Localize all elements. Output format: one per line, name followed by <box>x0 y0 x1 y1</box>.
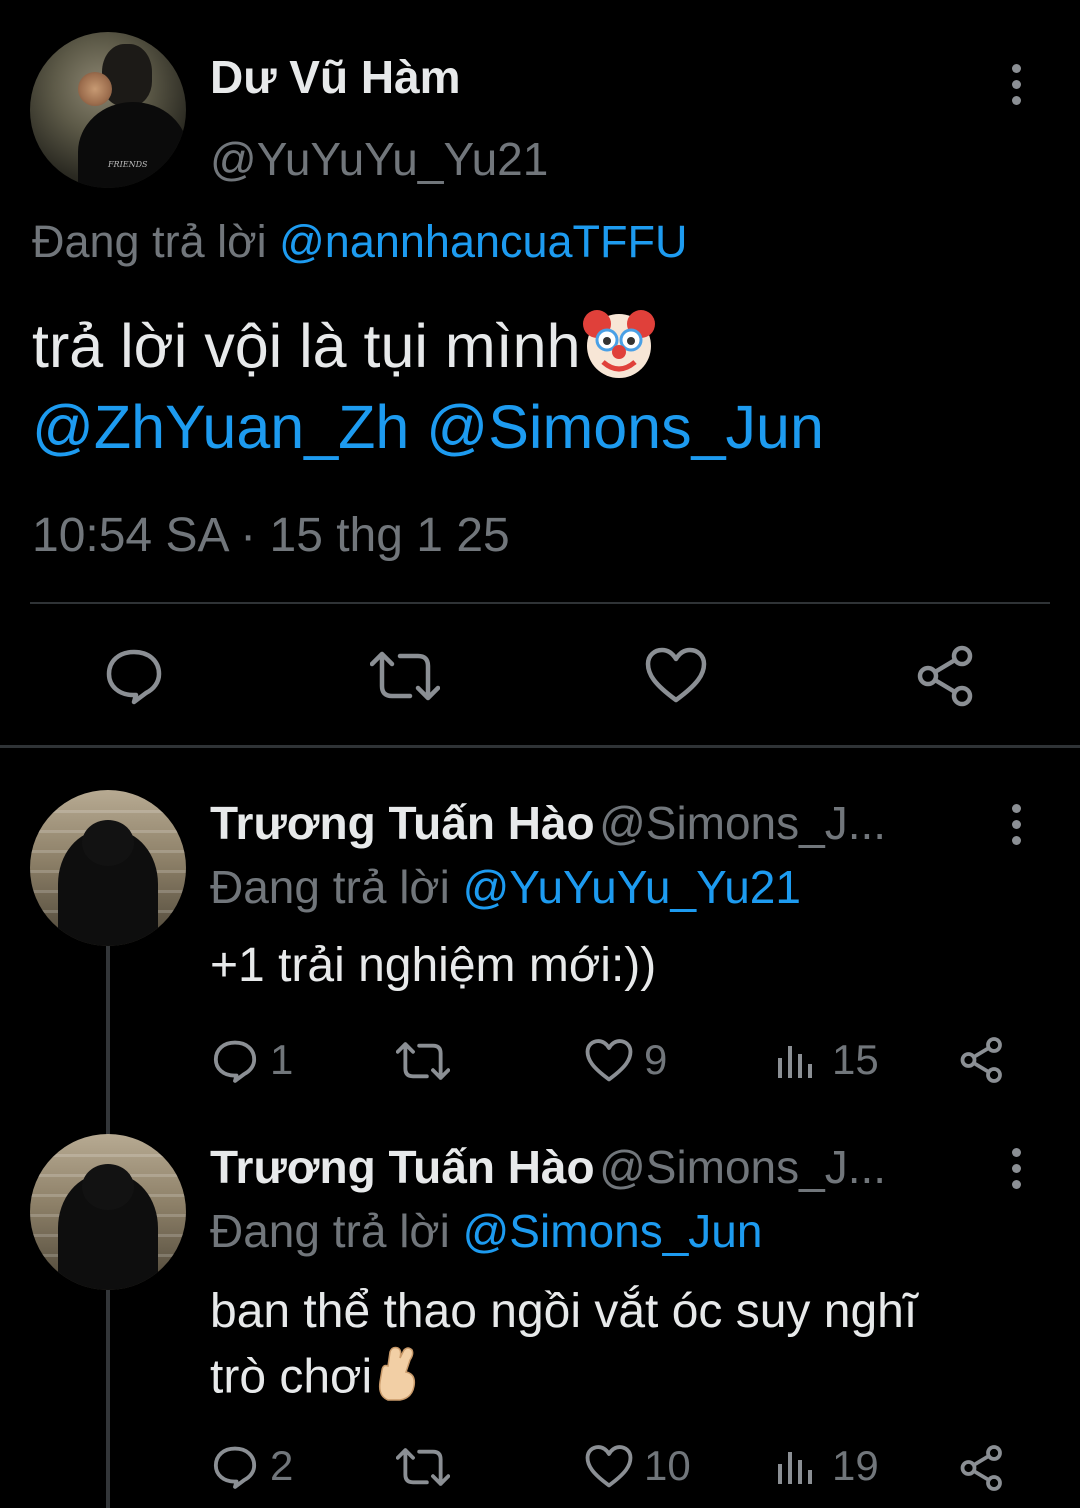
more-options-icon[interactable] <box>1004 802 1030 852</box>
reply-text-line-1: ban thể thao ngồi vắt óc suy nghĩ <box>210 1285 918 1338</box>
tweet-timestamp[interactable]: 10:54 SA · 15 thg 1 25 <box>32 508 510 563</box>
author-avatar[interactable]: FRIENDS <box>30 32 186 188</box>
author-handle[interactable]: @YuYuYu_Yu21 <box>210 132 548 186</box>
replying-to-line: Đang trả lời @nannhancuaTFFU <box>32 216 688 268</box>
view-count: 15 <box>832 1036 879 1083</box>
share-icon[interactable] <box>958 1444 1006 1492</box>
thread-line <box>106 1290 110 1508</box>
like-icon[interactable] <box>644 646 708 706</box>
replying-prefix: Đang trả lời <box>32 216 267 267</box>
tweet-text-body: trả lời vội là tụi mình <box>32 312 581 381</box>
reply-count: 2 <box>270 1442 294 1489</box>
tweet-text: trả lời vội là tụi mình <box>32 306 657 396</box>
like-count: 10 <box>644 1442 691 1489</box>
replying-to-line: Đang trả lời @YuYuYu_Yu21 <box>210 860 801 914</box>
reply-count: 1 <box>270 1036 294 1083</box>
reply-icon[interactable] <box>104 646 164 706</box>
reply-header: Trương Tuấn Hào @Simons_J... <box>210 1140 886 1194</box>
reply-text: +1 trải nghiệm mới:)) <box>210 939 657 992</box>
views-icon[interactable] <box>776 1040 816 1080</box>
mentions-line: @ZhYuan_Zh @Simons_Jun <box>32 392 824 462</box>
clown-face-icon <box>581 306 657 396</box>
reply-avatar[interactable] <box>30 790 186 946</box>
reply-text-line-2: trò chơi <box>210 1346 422 1414</box>
replying-to-line: Đang trả lời @Simons_Jun <box>210 1204 762 1258</box>
more-options-icon[interactable] <box>1004 60 1030 110</box>
replying-to-link[interactable]: @YuYuYu_Yu21 <box>463 861 801 913</box>
view-count: 19 <box>832 1442 879 1489</box>
reply-author-name[interactable]: Trương Tuấn Hào <box>210 1141 595 1193</box>
divider <box>30 602 1050 604</box>
section-divider <box>0 745 1080 748</box>
reply-icon[interactable] <box>212 1038 258 1084</box>
replying-prefix: Đang trả lời <box>210 1205 450 1257</box>
replying-to-link[interactable]: @nannhancuaTFFU <box>279 216 687 267</box>
more-options-icon[interactable] <box>1004 1146 1030 1196</box>
replying-prefix: Đang trả lời <box>210 861 450 913</box>
reply-avatar[interactable] <box>30 1134 186 1290</box>
retweet-icon[interactable] <box>370 646 440 706</box>
reply-author-handle[interactable]: @Simons_J... <box>599 797 886 849</box>
author-name[interactable]: Dư Vũ Hàm <box>210 50 461 104</box>
replying-to-link[interactable]: @Simons_Jun <box>463 1205 763 1257</box>
reply-author-handle[interactable]: @Simons_J... <box>599 1141 886 1193</box>
like-icon[interactable] <box>584 1038 634 1084</box>
thread-line <box>106 944 110 1140</box>
share-icon[interactable] <box>914 644 978 708</box>
views-icon[interactable] <box>776 1446 816 1486</box>
reply-text-line-2-body: trò chơi <box>210 1350 373 1404</box>
mention-link-2[interactable]: @Simons_Jun <box>426 393 824 461</box>
reply-header: Trương Tuấn Hào @Simons_J... <box>210 796 886 850</box>
crossed-fingers-icon <box>372 1346 422 1414</box>
retweet-icon[interactable] <box>396 1038 450 1084</box>
retweet-icon[interactable] <box>396 1444 450 1490</box>
mention-link-1[interactable]: @ZhYuan_Zh <box>32 393 409 461</box>
like-count: 9 <box>644 1036 668 1083</box>
reply-icon[interactable] <box>212 1444 258 1490</box>
share-icon[interactable] <box>958 1036 1006 1084</box>
reply-author-name[interactable]: Trương Tuấn Hào <box>210 797 595 849</box>
like-icon[interactable] <box>584 1444 634 1490</box>
